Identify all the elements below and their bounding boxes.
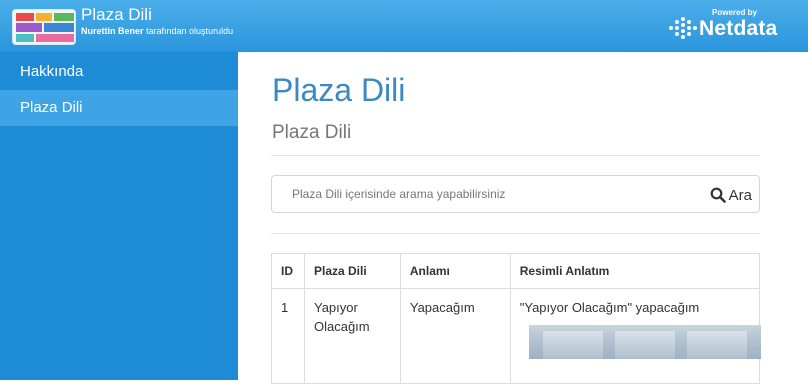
sidebar: Hakkında Plaza Dili (0, 52, 238, 380)
column-header-id[interactable]: ID (271, 253, 305, 289)
app-logo[interactable] (12, 9, 76, 45)
top-bar: Plaza Dili Nurettin Bener tarafından olu… (0, 0, 808, 52)
powered-by-logo[interactable]: Powered by Netdata (666, 8, 798, 42)
cell-id: 1 (271, 288, 305, 384)
cell-plaza-dili: Yapıyor Olacağım (303, 288, 401, 384)
netdata-logo-icon (669, 17, 697, 39)
illustration-image (528, 325, 761, 359)
powered-by-label: Powered by (712, 8, 757, 17)
table-row: 1 Yapıyor Olacağım Yapacağım "Yapıyor Ol… (271, 288, 761, 384)
app-subtitle: Nurettin Bener tarafından oluşturuldu (81, 26, 233, 36)
search-box: Ara (271, 175, 760, 213)
column-header-plaza-dili[interactable]: Plaza Dili (303, 253, 401, 289)
search-input[interactable] (273, 177, 673, 211)
column-header-anlami[interactable]: Anlamı (399, 253, 511, 289)
resimli-text: "Yapıyor Olacağım" yapacağım (519, 300, 700, 315)
page-subtitle: Plaza Dili (272, 122, 352, 143)
app-title[interactable]: Plaza Dili (81, 5, 152, 25)
sidebar-item-plaza-dili[interactable]: Plaza Dili (0, 90, 238, 126)
column-header-resimli-anlatim[interactable]: Resimli Anlatım (509, 253, 761, 289)
results-table: ID Plaza Dili Anlamı Resimli Anlatım 1 Y… (271, 253, 761, 384)
divider (271, 155, 760, 156)
main-content: Plaza Dili Plaza Dili Ara ID Plaza Dili … (238, 52, 808, 384)
search-button-label: Ara (728, 186, 752, 204)
author-name: Nurettin Bener (81, 26, 144, 36)
sidebar-item-hakkinda[interactable]: Hakkında (0, 54, 238, 90)
search-icon (710, 187, 726, 203)
page-title: Plaza Dili (272, 72, 406, 108)
resimli-cell-content: "Yapıyor Olacağım" yapacağım (519, 298, 761, 359)
search-button[interactable]: Ara (710, 184, 752, 206)
cell-resimli-anlatim: "Yapıyor Olacağım" yapacağım (509, 288, 761, 384)
table-header-row: ID Plaza Dili Anlamı Resimli Anlatım (271, 253, 761, 289)
netdata-name: Netdata (699, 17, 778, 40)
cell-anlami: Yapacağım (399, 288, 511, 384)
author-suffix: tarafından oluşturuldu (143, 26, 234, 36)
divider (271, 233, 760, 234)
